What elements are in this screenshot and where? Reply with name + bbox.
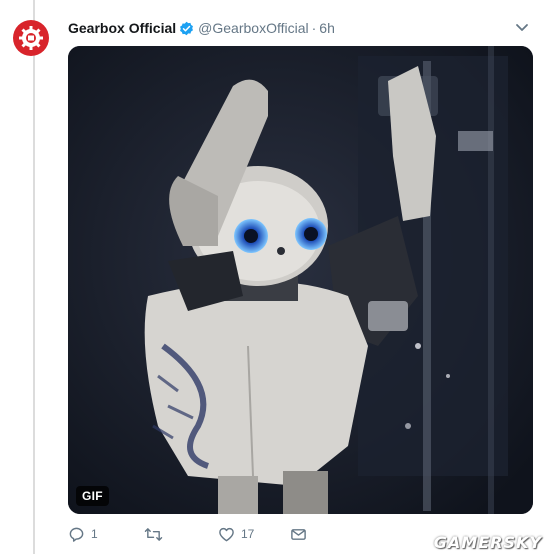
more-options-chevron-down-icon[interactable]	[514, 19, 530, 35]
tweet[interactable]: Gearbox Official @GearboxOfficial · 6h G…	[0, 0, 550, 554]
reply-count: 1	[91, 527, 98, 541]
heart-icon	[219, 527, 234, 541]
gearbox-logo-icon	[19, 26, 43, 50]
display-name[interactable]: Gearbox Official	[68, 20, 176, 36]
separator-dot: ·	[311, 20, 317, 36]
reply-icon	[69, 527, 84, 542]
retweet-button[interactable]	[144, 524, 169, 544]
envelope-icon	[291, 528, 306, 540]
like-button[interactable]: 17	[218, 524, 254, 544]
avatar[interactable]	[13, 20, 49, 56]
handle[interactable]: @GearboxOfficial	[198, 20, 308, 36]
verified-badge-icon	[179, 21, 194, 36]
retweet-icon	[144, 527, 163, 541]
gif-badge: GIF	[76, 486, 109, 506]
like-count: 17	[241, 527, 255, 541]
direct-message-button[interactable]	[290, 524, 307, 544]
media-gif[interactable]: GIF	[68, 46, 533, 514]
timestamp[interactable]: 6h	[319, 20, 335, 36]
watermark: GAMERSKY	[433, 533, 542, 552]
tweet-actions: 1 17	[68, 524, 368, 544]
reply-button[interactable]: 1	[68, 524, 98, 544]
robot-image	[68, 46, 533, 514]
tweet-header: Gearbox Official @GearboxOfficial · 6h	[68, 18, 534, 38]
